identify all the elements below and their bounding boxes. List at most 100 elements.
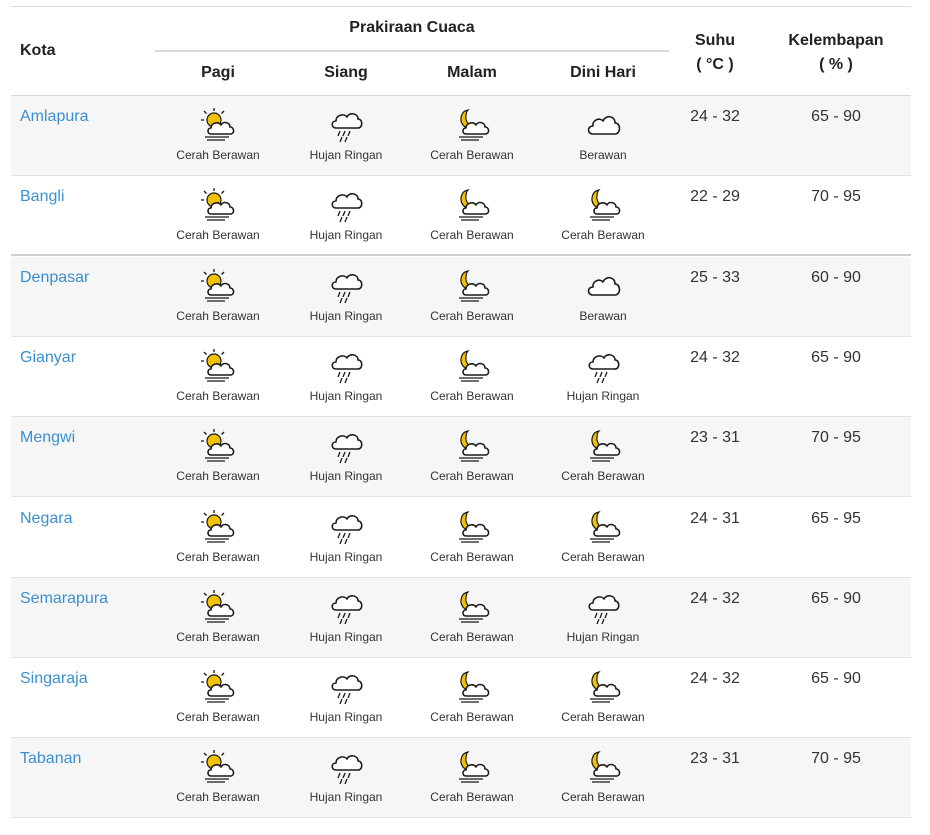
humidity-range: 65 - 90 [811, 589, 861, 607]
moon-cloud-icon [453, 106, 491, 144]
forecast-cell-pagi: Cerah Berawan [155, 106, 281, 162]
city-link[interactable]: Denpasar [20, 269, 89, 287]
forecast-label: Hujan Ringan [309, 549, 383, 564]
forecast-label: Cerah Berawan [430, 148, 514, 162]
temperature-range: 23 - 31 [690, 750, 740, 768]
forecast-label: Hujan Ringan [566, 388, 640, 403]
header-kelembapan-title: Kelembapan [788, 32, 884, 49]
cloud-icon [584, 267, 622, 305]
rain-cloud-icon [327, 668, 365, 706]
header-kota: Kota [20, 42, 56, 59]
forecast-cell-dini-hari: Cerah Berawan [540, 668, 666, 724]
partly-sunny-haze-icon [199, 427, 237, 465]
forecast-label: Cerah Berawan [176, 469, 260, 484]
city-link[interactable]: Negara [20, 510, 72, 528]
humidity-range: 60 - 90 [811, 268, 861, 286]
forecast-label: Cerah Berawan [176, 148, 260, 162]
forecast-label: Hujan Ringan [309, 228, 383, 243]
forecast-label: Cerah Berawan [430, 629, 514, 644]
forecast-cell-siang: Hujan Ringan [283, 427, 409, 483]
forecast-cell-malam: Cerah Berawan [409, 106, 535, 162]
moon-cloud-haze-icon [584, 668, 622, 706]
temperature-range: 23 - 31 [690, 429, 740, 447]
city-link[interactable]: Semarapura [20, 590, 108, 608]
forecast-cell-pagi: Cerah Berawan [155, 267, 281, 323]
header-dini-hari: Dini Hari [570, 64, 636, 81]
forecast-cell-malam: Cerah Berawan [409, 668, 535, 724]
forecast-cell-pagi: Cerah Berawan [155, 186, 281, 242]
city-link[interactable]: Mengwi [20, 429, 75, 447]
partly-sunny-haze-icon [199, 508, 237, 546]
humidity-range: 65 - 90 [811, 348, 861, 366]
partly-sunny-haze-icon [199, 106, 237, 144]
city-link[interactable]: Singaraja [20, 670, 88, 688]
forecast-cell-malam: Cerah Berawan [409, 588, 535, 644]
temperature-range: 22 - 29 [690, 188, 740, 206]
partly-sunny-haze-icon [199, 186, 237, 224]
moon-cloud-haze-icon [584, 186, 622, 224]
humidity-range: 65 - 90 [811, 670, 861, 688]
forecast-cell-dini-hari: Berawan [540, 106, 666, 162]
forecast-label: Hujan Ringan [309, 388, 383, 403]
humidity-range: 70 - 95 [811, 750, 861, 768]
partly-sunny-haze-icon [199, 347, 237, 385]
forecast-label: Cerah Berawan [176, 549, 260, 564]
moon-cloud-haze-icon [453, 186, 491, 224]
forecast-label: Cerah Berawan [430, 549, 514, 564]
forecast-cell-siang: Hujan Ringan [283, 668, 409, 724]
forecast-cell-dini-hari: Hujan Ringan [540, 347, 666, 403]
forecast-label: Hujan Ringan [309, 629, 383, 644]
city-link[interactable]: Gianyar [20, 349, 76, 367]
city-link[interactable]: Bangli [20, 188, 64, 206]
temperature-range: 24 - 32 [690, 670, 740, 688]
moon-cloud-haze-icon [584, 748, 622, 786]
city-link[interactable]: Tabanan [20, 750, 81, 768]
forecast-label: Cerah Berawan [176, 790, 260, 805]
moon-cloud-haze-icon [453, 668, 491, 706]
forecast-label: Cerah Berawan [176, 228, 260, 243]
forecast-label: Hujan Ringan [309, 148, 383, 162]
forecast-cell-pagi: Cerah Berawan [155, 347, 281, 403]
moon-cloud-haze-icon [453, 267, 491, 305]
table-row: Singaraja Cerah Berawan Hujan Ringan Cerah … [11, 658, 911, 739]
city-link[interactable]: Amlapura [20, 108, 88, 126]
header-suhu-unit: ( °C ) [696, 56, 734, 73]
forecast-cell-dini-hari: Cerah Berawan [540, 186, 666, 242]
header-suhu-title: Suhu [695, 32, 735, 49]
forecast-cell-dini-hari: Cerah Berawan [540, 508, 666, 564]
forecast-label: Cerah Berawan [430, 710, 514, 725]
rain-cloud-icon [327, 588, 365, 626]
header-prakiraan-cuaca: Prakiraan Cuaca [349, 19, 475, 36]
forecast-label: Hujan Ringan [309, 790, 383, 805]
header-kelembapan: Kelembapan ( % ) [761, 29, 911, 77]
partly-sunny-haze-icon [199, 588, 237, 626]
forecast-label: Hujan Ringan [566, 629, 640, 644]
table-row: Tabanan Cerah Berawan Hujan Ringan Cerah Be… [11, 738, 911, 819]
header-suhu: Suhu ( °C ) [669, 29, 761, 77]
forecast-label: Cerah Berawan [176, 710, 260, 725]
table-row: Semarapura Cerah Berawan Hujan Ringan Cerah… [11, 577, 911, 658]
rain-cloud-icon [327, 748, 365, 786]
rain-cloud-icon [584, 347, 622, 385]
moon-cloud-haze-icon [453, 347, 491, 385]
forecast-cell-pagi: Cerah Berawan [155, 668, 281, 724]
temperature-range: 24 - 31 [690, 509, 740, 527]
table-row: Amlapura Cerah Berawan Hujan Ringan Cerah B… [11, 96, 911, 176]
forecast-cell-siang: Hujan Ringan [283, 588, 409, 644]
header-malam: Malam [447, 64, 497, 81]
forecast-label: Berawan [579, 148, 627, 162]
forecast-label: Berawan [579, 308, 627, 323]
forecast-label: Cerah Berawan [561, 469, 645, 484]
partly-sunny-haze-icon [199, 668, 237, 706]
forecast-cell-malam: Cerah Berawan [409, 267, 535, 323]
forecast-cell-dini-hari: Hujan Ringan [540, 588, 666, 644]
temperature-range: 24 - 32 [690, 348, 740, 366]
partly-sunny-haze-icon [199, 748, 237, 786]
forecast-cell-malam: Cerah Berawan [409, 508, 535, 564]
rain-cloud-icon [327, 427, 365, 465]
table-header: Kota Prakiraan Cuaca Pagi Siang Malam Di… [11, 7, 911, 96]
forecast-label: Cerah Berawan [430, 790, 514, 805]
forecast-label: Hujan Ringan [309, 469, 383, 484]
forecast-cell-siang: Hujan Ringan [283, 267, 409, 323]
forecast-cell-siang: Hujan Ringan [283, 186, 409, 242]
